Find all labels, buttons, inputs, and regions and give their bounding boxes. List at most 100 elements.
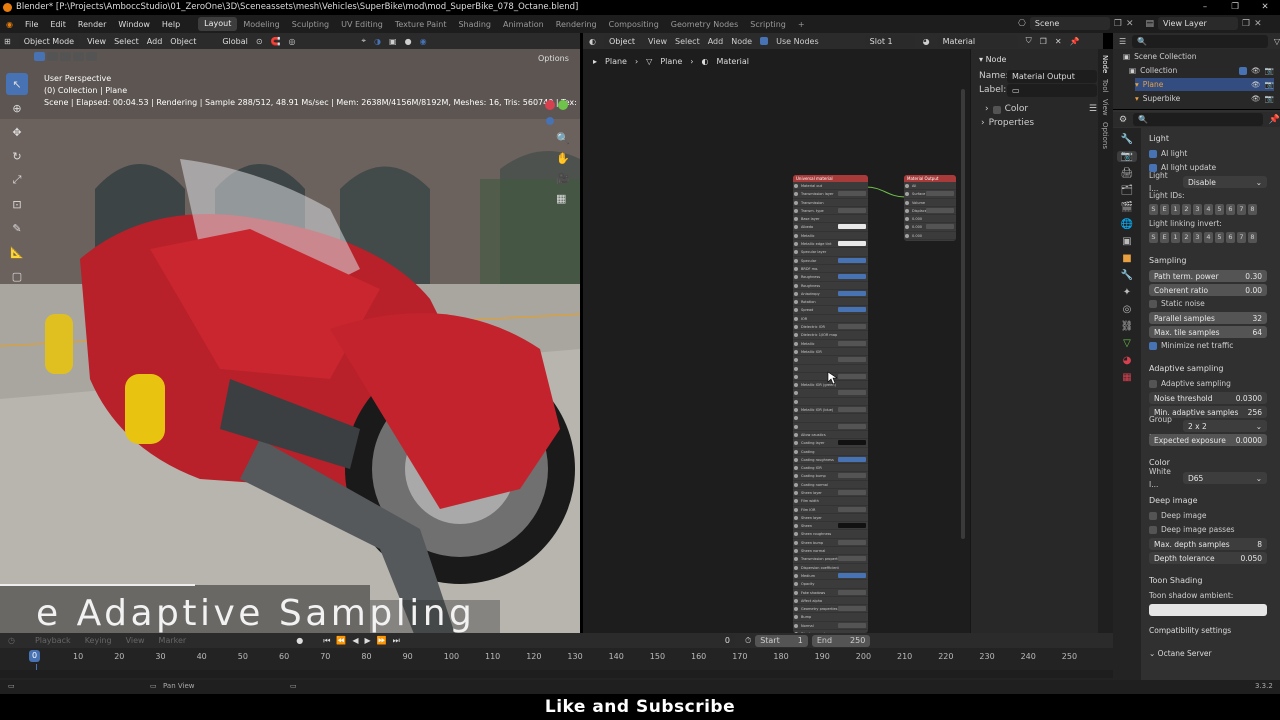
collection-include-checkbox[interactable] xyxy=(1239,66,1248,75)
tab-options[interactable]: Options xyxy=(1101,122,1109,149)
node-socket-row[interactable]: Affect alpha xyxy=(793,597,868,606)
light-id-button[interactable]: E xyxy=(1160,204,1169,215)
socket-dot-icon[interactable] xyxy=(905,208,909,213)
end-frame-field[interactable]: End 250 xyxy=(811,634,871,647)
menu-help[interactable]: Help xyxy=(156,20,186,29)
viewport-menu-select[interactable]: Select xyxy=(114,37,139,46)
select-tool-icon[interactable]: ↖ xyxy=(6,73,28,95)
outliner-item-scene-collection[interactable]: ▣ Scene Collection xyxy=(1123,50,1274,63)
node-socket-row[interactable]: Material out xyxy=(793,182,868,191)
socket-dot-icon[interactable] xyxy=(794,607,798,612)
node-socket-row[interactable]: Sheen bump xyxy=(793,539,868,548)
socket-dot-icon[interactable] xyxy=(794,225,798,230)
delete-scene-icon[interactable]: ✕ xyxy=(1126,19,1134,29)
deep-image-checkbox[interactable] xyxy=(1149,511,1157,520)
tab-compositing[interactable]: Compositing xyxy=(603,20,665,29)
view-layer-tab-icon[interactable]: 🗂 xyxy=(1121,185,1134,196)
camera-icon[interactable]: 🎥 xyxy=(556,169,570,189)
socket-value-field[interactable] xyxy=(838,589,866,595)
max-depth-samples-field[interactable]: Max. depth samples 8 xyxy=(1149,537,1267,550)
tool-tab-icon[interactable]: 🔧 xyxy=(1121,134,1133,145)
expected-exposure-field[interactable]: Expected exposure 0.0000 xyxy=(1149,433,1267,446)
socket-value-field[interactable] xyxy=(926,224,954,230)
node-socket-row[interactable]: All xyxy=(904,182,956,191)
menu-file[interactable]: File xyxy=(19,20,44,29)
socket-value-field[interactable] xyxy=(838,473,866,479)
viewport-menu-view[interactable]: View xyxy=(87,37,106,46)
start-frame-field[interactable]: Start 1 xyxy=(755,634,808,647)
maximize-icon[interactable]: ❐ xyxy=(1220,0,1250,15)
socket-value-field[interactable] xyxy=(838,440,866,446)
socket-value-field[interactable] xyxy=(838,340,866,346)
socket-dot-icon[interactable] xyxy=(794,208,798,213)
properties-type-icon[interactable]: ⚙ xyxy=(1119,115,1127,125)
socket-dot-icon[interactable] xyxy=(794,432,798,437)
light-id-button[interactable]: 7 xyxy=(1237,232,1246,243)
depth-tolerance-field[interactable]: Depth tolerance 0.050 xyxy=(1149,551,1267,564)
shading-rendered-icon[interactable]: ◉ xyxy=(420,37,427,46)
node-socket-row[interactable]: Specular xyxy=(793,257,868,265)
node-socket-row[interactable]: Coating xyxy=(793,448,868,456)
socket-dot-icon[interactable] xyxy=(794,424,798,429)
socket-value-field[interactable] xyxy=(838,324,866,330)
color-list-icon[interactable]: ☰ xyxy=(1089,103,1097,116)
socket-dot-icon[interactable] xyxy=(794,466,798,471)
socket-dot-icon[interactable] xyxy=(794,391,798,396)
socket-dot-icon[interactable] xyxy=(794,275,798,280)
socket-dot-icon[interactable] xyxy=(794,217,798,222)
color-checkbox[interactable] xyxy=(992,105,1001,114)
jump-end-icon[interactable]: ⏭ xyxy=(393,636,400,646)
minimize-net-traffic-checkbox[interactable] xyxy=(1149,341,1157,350)
node-socket-row[interactable]: Sheen roughness xyxy=(793,530,868,539)
select-intersect-icon[interactable] xyxy=(86,52,97,61)
light-id-button[interactable]: S xyxy=(1149,204,1158,215)
socket-dot-icon[interactable] xyxy=(794,441,798,446)
node-socket-row[interactable]: Metallic edge tint xyxy=(793,240,868,249)
socket-dot-icon[interactable] xyxy=(794,557,798,562)
node-socket-row[interactable]: Anisotropy xyxy=(793,290,868,299)
light-id-button[interactable]: 2 xyxy=(1182,232,1191,243)
socket-value-field[interactable] xyxy=(838,257,866,263)
socket-dot-icon[interactable] xyxy=(794,358,798,363)
light-id-button[interactable]: 1 xyxy=(1171,204,1180,215)
socket-dot-icon[interactable] xyxy=(794,457,798,462)
timeline-scrollbar[interactable] xyxy=(0,670,1113,678)
data-tab-icon[interactable]: ▽ xyxy=(1123,338,1131,349)
socket-dot-icon[interactable] xyxy=(794,341,798,346)
outliner-type-icon[interactable]: ☰ xyxy=(1119,37,1126,46)
static-noise-checkbox[interactable] xyxy=(1149,299,1157,308)
move-tool-icon[interactable]: ✥ xyxy=(6,121,28,143)
timeline-type-icon[interactable]: ◷ xyxy=(8,636,15,645)
view-layer-selector[interactable]: View Layer xyxy=(1158,17,1238,30)
node-socket-row[interactable]: Coating bump xyxy=(793,472,868,481)
playhead[interactable]: 0 xyxy=(29,650,41,662)
properties-expand-icon[interactable]: › xyxy=(981,117,985,130)
close-icon[interactable]: ✕ xyxy=(1250,0,1280,15)
socket-dot-icon[interactable] xyxy=(794,383,798,388)
menu-edit[interactable]: Edit xyxy=(44,20,72,29)
socket-dot-icon[interactable] xyxy=(794,499,798,504)
socket-dot-icon[interactable] xyxy=(794,416,798,421)
zoom-icon[interactable]: 🔍 xyxy=(556,129,570,149)
node-menu-view[interactable]: View xyxy=(648,37,667,46)
filter-icon[interactable]: ▽ xyxy=(1274,37,1280,46)
tab-node[interactable]: Node xyxy=(1101,55,1109,73)
socket-dot-icon[interactable] xyxy=(794,615,798,620)
node-editor-scrollbar[interactable] xyxy=(961,89,965,539)
node-socket-row[interactable]: Transmission xyxy=(793,199,868,207)
path-term-power-field[interactable]: Path term. power 0.30 xyxy=(1149,269,1267,282)
timeline-menu-playback[interactable]: Playback xyxy=(35,636,71,645)
socket-value-field[interactable] xyxy=(838,224,866,230)
node-socket-row[interactable]: 0.000 xyxy=(904,232,956,241)
light-id-button[interactable]: S xyxy=(1149,232,1158,243)
node-socket-row[interactable]: Bump xyxy=(793,613,868,622)
scale-tool-icon[interactable]: ⤢ xyxy=(6,169,28,191)
select-new-icon[interactable] xyxy=(34,52,45,61)
socket-dot-icon[interactable] xyxy=(794,399,798,404)
plane-render-icon[interactable]: 📷 xyxy=(1265,78,1274,91)
3d-viewport[interactable]: ↖ ⊕ ✥ ↻ ⤢ ⊡ ✎ 📐 ▢ Options User Perspecti… xyxy=(0,49,580,633)
minimize-icon[interactable]: – xyxy=(1190,0,1220,15)
fake-user-icon[interactable]: ⛉ xyxy=(1026,36,1032,46)
viewport-options[interactable]: Options xyxy=(538,54,569,63)
socket-dot-icon[interactable] xyxy=(794,565,798,570)
